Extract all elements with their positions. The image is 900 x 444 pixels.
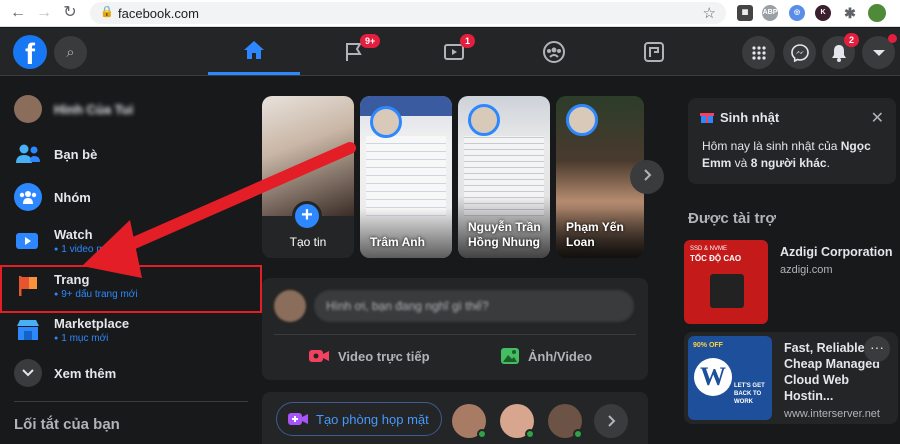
birthday-others-link[interactable]: 8 người khác [751, 156, 827, 170]
birthday-text-prefix: Hôm nay là sinh nhật của [702, 139, 841, 153]
ad-name: Azdigi Corporation [780, 245, 893, 259]
ad-domain: www.interserver.net [784, 408, 880, 420]
ad-image-text: 90% OFF [693, 342, 723, 349]
ad-image: 90% OFF W LET'S GET BACK TO WORK [688, 336, 772, 420]
ad-image-text: TỐC ĐỘ CAO [690, 254, 742, 263]
ad-item[interactable]: 90% OFF W LET'S GET BACK TO WORK Fast, R… [684, 332, 898, 424]
birthday-text: Hôm nay là sinh nhật của Ngọc Emm và 8 n… [702, 138, 886, 172]
ad-image: SSD & NVME TỐC ĐỘ CAO [684, 240, 768, 324]
ad-item[interactable]: SSD & NVME TỐC ĐỘ CAO Azdigi Corporation… [684, 240, 898, 324]
ad-image-text: LET'S GET BACK TO WORK [734, 383, 765, 405]
more-options-icon[interactable]: ··· [864, 336, 890, 362]
ad-domain: azdigi.com [780, 264, 833, 276]
birthday-card: Sinh nhật ✕ Hôm nay là sinh nhật của Ngọ… [688, 98, 896, 184]
birthday-text-suffix: . [826, 156, 830, 170]
gift-icon [700, 113, 714, 123]
birthday-text-mid: và [731, 156, 751, 170]
close-icon[interactable]: ✕ [871, 108, 884, 128]
ad-image-text: SSD & NVME [690, 246, 728, 252]
birthday-title: Sinh nhật [720, 110, 780, 125]
sponsored-title: Được tài trợ [688, 210, 777, 227]
wordpress-logo: W [694, 358, 732, 396]
